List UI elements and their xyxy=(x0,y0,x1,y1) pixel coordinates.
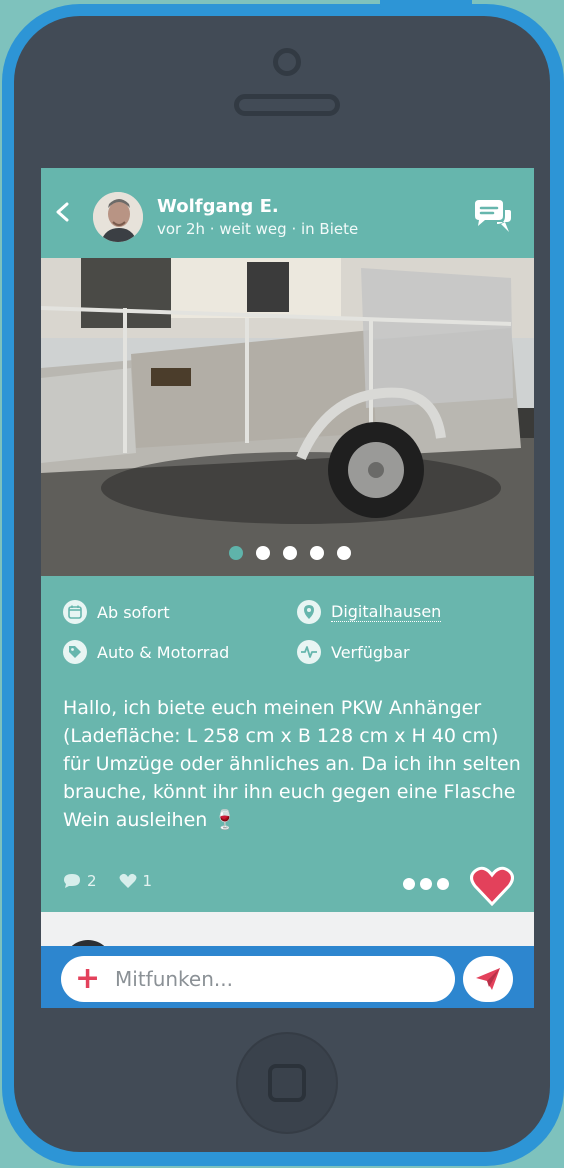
phone-speaker xyxy=(234,94,340,116)
plus-icon[interactable]: + xyxy=(75,964,100,994)
tag-icon xyxy=(63,640,87,664)
status-row: Verfügbar xyxy=(297,640,410,664)
heart-icon xyxy=(119,873,137,888)
pagination-dot[interactable] xyxy=(229,546,243,560)
location-pin-icon xyxy=(297,600,321,624)
comment-count: 2 xyxy=(87,872,97,890)
like-count: 1 xyxy=(142,872,153,890)
photo-pagination xyxy=(229,546,351,560)
pagination-dot[interactable] xyxy=(256,546,270,560)
category-label: Auto & Motorrad xyxy=(97,642,230,662)
calendar-icon xyxy=(63,600,87,624)
avatar[interactable] xyxy=(93,192,143,242)
comment-icon xyxy=(64,874,80,888)
pagination-dot[interactable] xyxy=(283,546,297,560)
comment-input[interactable]: + Mitfunken... xyxy=(61,956,455,1002)
activity-pulse-icon xyxy=(297,640,321,664)
author-name[interactable]: Wolfgang E. xyxy=(157,196,279,217)
app-screen: Wolfgang E. vor 2h · weit weg · in Biete xyxy=(41,168,534,1008)
post-header: Wolfgang E. vor 2h · weit weg · in Biete xyxy=(41,168,534,258)
compose-bar: + Mitfunken... xyxy=(41,946,534,1008)
post-stats: 2 1 xyxy=(63,872,152,890)
location-row[interactable]: Digitalhausen xyxy=(297,600,442,624)
chat-bubbles-icon[interactable] xyxy=(471,198,515,238)
status-label: Verfügbar xyxy=(331,642,410,662)
post-meta: vor 2h · weit weg · in Biete xyxy=(157,220,359,238)
location-link[interactable]: Digitalhausen xyxy=(331,602,442,622)
send-button[interactable] xyxy=(463,956,513,1002)
home-button-icon xyxy=(268,1064,306,1102)
paper-plane-icon xyxy=(476,968,500,990)
chevron-left-icon[interactable] xyxy=(53,202,73,222)
post-photo[interactable] xyxy=(41,258,534,576)
comment-placeholder: Mitfunken... xyxy=(115,967,233,991)
like-stat[interactable]: 1 xyxy=(119,872,153,890)
availability-row: Ab sofort xyxy=(63,600,170,624)
pagination-dot[interactable] xyxy=(310,546,324,560)
comment-stat[interactable]: 2 xyxy=(63,872,97,890)
front-camera xyxy=(273,48,301,76)
phone-button-top xyxy=(380,0,472,10)
category-row: Auto & Motorrad xyxy=(63,640,229,664)
availability-label: Ab sofort xyxy=(97,602,170,622)
more-dots-icon[interactable] xyxy=(403,878,449,890)
post-card: Ab sofort Digitalhausen Auto & Motorrad … xyxy=(41,576,534,912)
like-button-heart-icon[interactable] xyxy=(470,866,514,906)
post-description: Hallo, ich biete euch meinen PKW Anhänge… xyxy=(63,697,521,831)
pagination-dot[interactable] xyxy=(337,546,351,560)
